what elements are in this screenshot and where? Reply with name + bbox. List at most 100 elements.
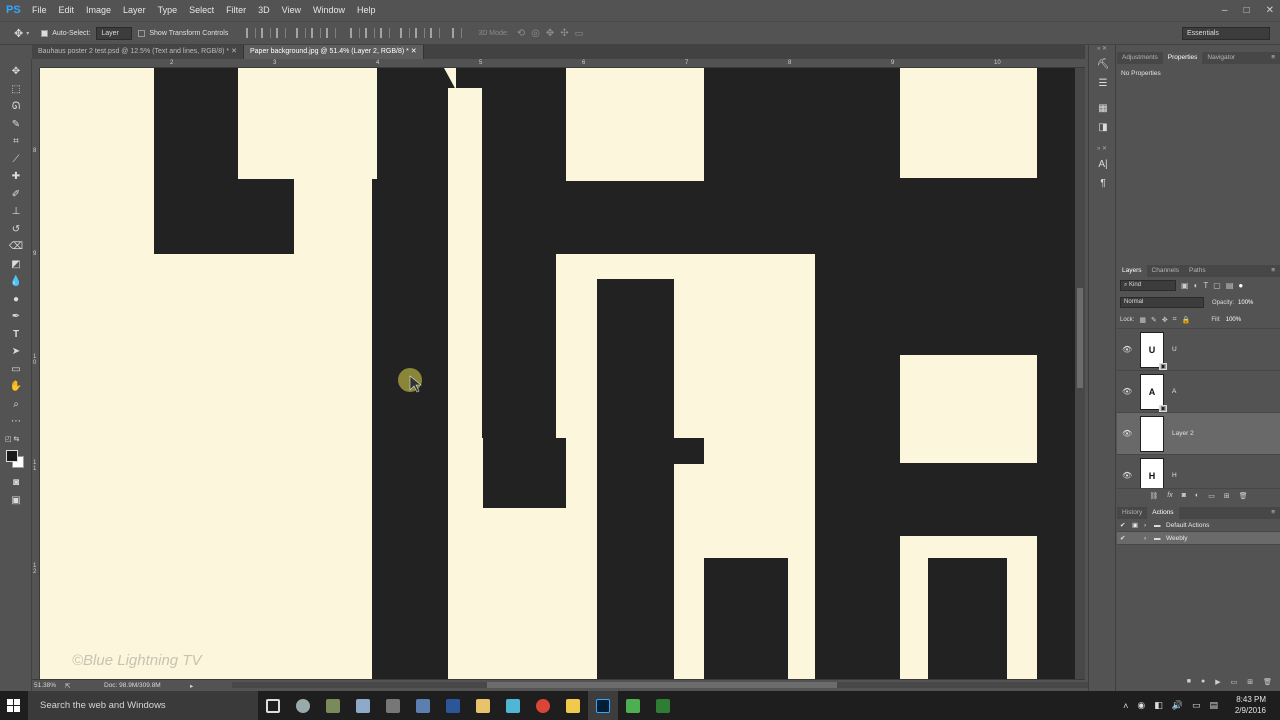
- more-tools-icon[interactable]: ⋯: [0, 413, 32, 431]
- action-set-row[interactable]: ✔ › ▬ Weebly: [1117, 532, 1280, 545]
- zoom-level[interactable]: 51.38%: [34, 682, 56, 689]
- check-icon[interactable]: ✔: [1120, 534, 1132, 542]
- path-select-tool-icon[interactable]: ➤: [0, 343, 32, 361]
- play-icon[interactable]: ▶: [1215, 678, 1220, 686]
- align-right-icon[interactable]: [326, 28, 337, 38]
- record-icon[interactable]: ●: [1201, 678, 1205, 686]
- file-explorer-icon[interactable]: [558, 691, 588, 720]
- clone-stamp-tool-icon[interactable]: ⊥: [0, 203, 32, 221]
- distribute-left-icon[interactable]: [400, 28, 411, 38]
- auto-select-checkbox[interactable]: [41, 29, 49, 37]
- filter-smart-icon[interactable]: ▤: [1226, 281, 1234, 290]
- tab-adjustments[interactable]: Adjustments: [1117, 52, 1163, 64]
- healing-brush-tool-icon[interactable]: ✚: [0, 168, 32, 186]
- visibility-eye-icon[interactable]: 👁: [1122, 387, 1134, 396]
- app-icon-9[interactable]: [648, 691, 678, 720]
- align-top-icon[interactable]: [246, 28, 257, 38]
- distribute-top-icon[interactable]: [350, 28, 361, 38]
- move-tool-icon[interactable]: ✥: [14, 27, 23, 40]
- panel-menu-icon[interactable]: ≡: [1271, 265, 1280, 277]
- adjustment-layer-icon[interactable]: ◐: [1195, 492, 1199, 499]
- new-group-icon[interactable]: ▭: [1208, 492, 1215, 500]
- menu-3d[interactable]: 3D: [252, 0, 276, 21]
- new-set-icon[interactable]: ▭: [1231, 678, 1238, 686]
- document-canvas[interactable]: ©Blue Lightning TV: [40, 68, 1075, 679]
- menu-edit[interactable]: Edit: [53, 0, 81, 21]
- dodge-tool-icon[interactable]: ●: [0, 291, 32, 309]
- 3d-rotate-icon[interactable]: ⟲: [517, 28, 525, 39]
- keyboard-icon[interactable]: ▭: [1192, 700, 1201, 711]
- new-action-icon[interactable]: ⊞: [1247, 678, 1253, 686]
- eraser-tool-icon[interactable]: ⌫: [0, 238, 32, 256]
- start-button[interactable]: [0, 691, 28, 720]
- doc-tab-bauhaus[interactable]: Bauhaus poster 2 test.psd @ 12.5% (Text …: [32, 45, 244, 59]
- distribute-bottom-icon[interactable]: [380, 28, 391, 38]
- visibility-eye-icon[interactable]: 👁: [1122, 471, 1134, 480]
- app-icon-4[interactable]: [378, 691, 408, 720]
- taskbar-search[interactable]: Search the web and Windows: [28, 691, 258, 720]
- app-icon-7[interactable]: [498, 691, 528, 720]
- app-icon-8[interactable]: [618, 691, 648, 720]
- align-bottom-icon[interactable]: [276, 28, 287, 38]
- tray-chevron-icon[interactable]: ˄: [1123, 701, 1128, 711]
- delete-action-icon[interactable]: 🗑: [1263, 678, 1272, 686]
- menu-help[interactable]: Help: [351, 0, 382, 21]
- auto-select-dropdown[interactable]: Layer: [96, 26, 133, 40]
- new-layer-icon[interactable]: ⊞: [1224, 492, 1230, 500]
- menu-image[interactable]: Image: [80, 0, 117, 21]
- lasso-tool-icon[interactable]: ᘏ: [0, 98, 32, 116]
- status-menu-icon[interactable]: ▸: [190, 682, 193, 690]
- brush-tool-icon[interactable]: ✐: [0, 186, 32, 204]
- notifications-icon[interactable]: ▤: [1209, 700, 1218, 711]
- volume-icon[interactable]: 🔊: [1172, 700, 1183, 711]
- history-panel-icon[interactable]: ⛏: [1089, 55, 1117, 74]
- tab-paths[interactable]: Paths: [1184, 265, 1211, 277]
- scroll-thumb[interactable]: [1077, 288, 1083, 388]
- fill-value[interactable]: 100%: [1226, 317, 1241, 323]
- menu-filter[interactable]: Filter: [220, 0, 252, 21]
- check-icon[interactable]: ✔: [1120, 521, 1132, 529]
- filter-adjustment-icon[interactable]: ◐: [1194, 281, 1199, 290]
- adjustments-panel-icon[interactable]: ◨: [1089, 118, 1117, 137]
- stop-icon[interactable]: ■: [1187, 678, 1191, 686]
- tray-app-icon[interactable]: ◉: [1137, 700, 1145, 711]
- eyedropper-tool-icon[interactable]: ⟋: [0, 151, 32, 169]
- lock-position-icon[interactable]: ✥: [1162, 316, 1168, 324]
- lock-pixels-icon[interactable]: ✎: [1151, 316, 1157, 324]
- hand-tool-icon[interactable]: ✋: [0, 378, 32, 396]
- filter-shape-icon[interactable]: ▢: [1213, 281, 1221, 290]
- vertical-scrollbar[interactable]: [1075, 68, 1085, 679]
- paragraph-panel-icon[interactable]: ¶: [1089, 174, 1117, 193]
- align-left-icon[interactable]: [296, 28, 307, 38]
- layer-filter-dropdown[interactable]: ⌕ Kind: [1120, 280, 1176, 291]
- 3d-scale-icon[interactable]: ▭: [575, 28, 584, 39]
- horizontal-scrollbar[interactable]: [232, 682, 1092, 688]
- link-layers-icon[interactable]: ⛓: [1149, 492, 1158, 500]
- crop-tool-icon[interactable]: ⌗: [0, 133, 32, 151]
- layer-name[interactable]: A: [1172, 388, 1176, 395]
- 3d-roll-icon[interactable]: ◎: [531, 28, 540, 39]
- menu-window[interactable]: Window: [307, 0, 351, 21]
- filter-toggle-icon[interactable]: ●: [1238, 281, 1243, 290]
- tab-history[interactable]: History: [1117, 507, 1147, 519]
- task-view-icon[interactable]: [258, 691, 288, 720]
- tab-layers[interactable]: Layers: [1117, 265, 1147, 277]
- tab-actions[interactable]: Actions: [1147, 507, 1179, 519]
- marquee-tool-icon[interactable]: ⬚: [0, 81, 32, 99]
- menu-type[interactable]: Type: [152, 0, 184, 21]
- filter-pixel-icon[interactable]: ▣: [1181, 281, 1189, 290]
- properties-panel-icon[interactable]: ☰: [1089, 74, 1117, 93]
- export-icon[interactable]: ⇱: [65, 682, 70, 690]
- zoom-tool-icon[interactable]: ⌕: [0, 396, 32, 414]
- app-icon-2[interactable]: [318, 691, 348, 720]
- menu-select[interactable]: Select: [183, 0, 220, 21]
- move-tool-icon[interactable]: ✥: [0, 63, 32, 81]
- distribute-hcenter-icon[interactable]: [415, 28, 426, 38]
- dialog-toggle-icon[interactable]: ▣: [1132, 521, 1144, 529]
- foreground-color-swatch[interactable]: [6, 450, 18, 462]
- tab-close-icon[interactable]: ✕: [411, 48, 417, 55]
- screen-mode-icon[interactable]: ▣: [0, 492, 32, 510]
- menu-file[interactable]: File: [26, 0, 53, 21]
- taskbar-clock[interactable]: 8:43 PM 2/9/2016: [1235, 694, 1266, 716]
- panel-menu-icon[interactable]: ≡: [1271, 507, 1280, 519]
